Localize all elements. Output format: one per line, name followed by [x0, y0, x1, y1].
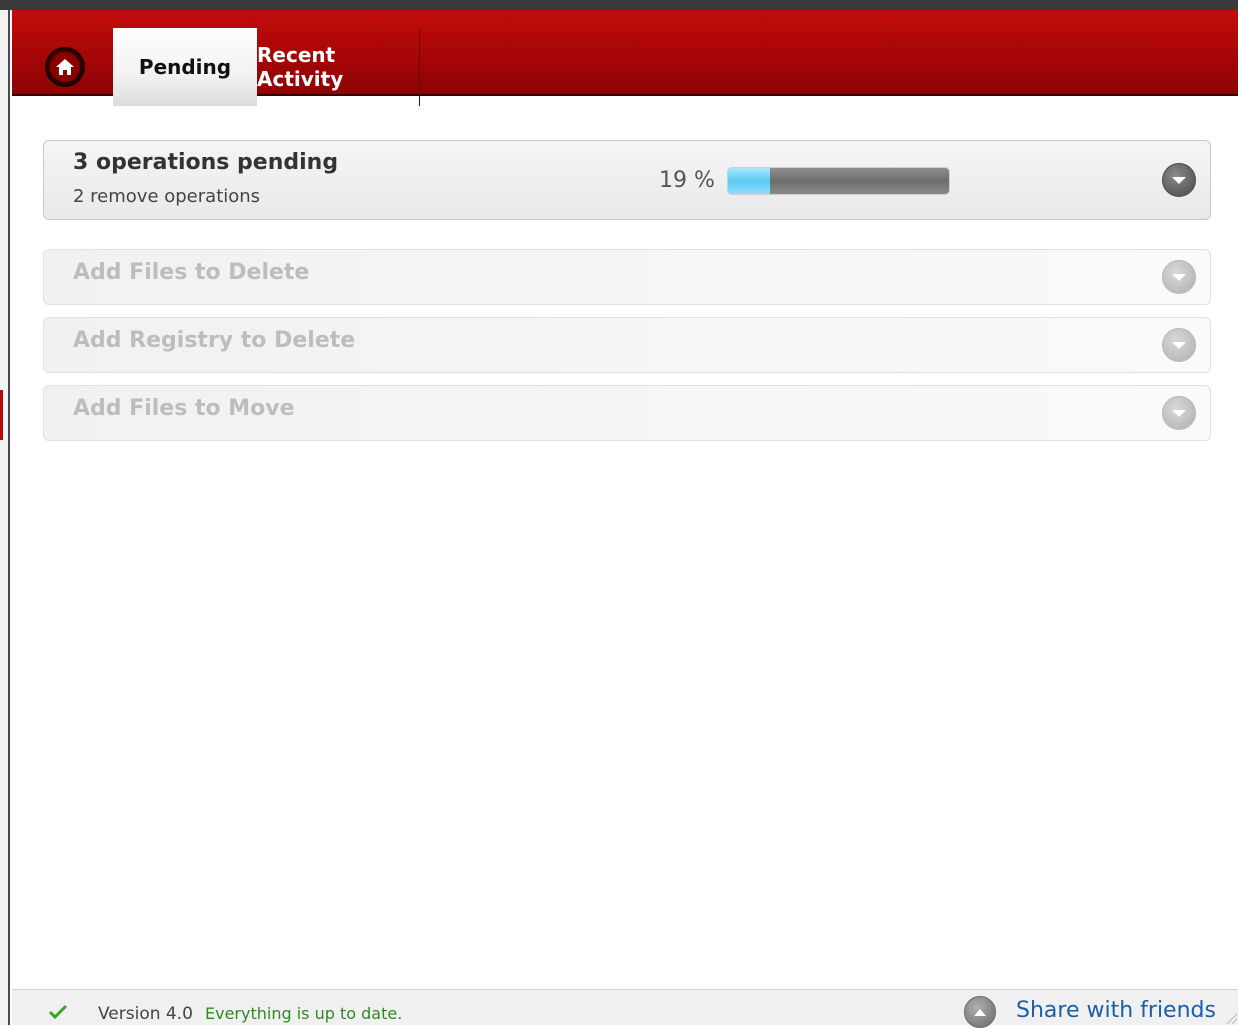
progress-bar	[727, 167, 950, 195]
resize-grip-icon[interactable]	[1224, 1011, 1238, 1025]
expand-add-files-to-move-button[interactable]	[1162, 396, 1196, 430]
checkmark-icon	[48, 1004, 68, 1020]
home-button[interactable]	[45, 47, 85, 87]
left-accent	[0, 390, 3, 440]
update-status-text: Everything is up to date.	[205, 1004, 403, 1023]
window-title-strip	[0, 0, 1238, 10]
version-label: Version 4.0	[98, 1004, 193, 1024]
share-with-friends-link[interactable]: Share with friends	[1016, 998, 1216, 1023]
expand-add-files-to-delete-button[interactable]	[1162, 260, 1196, 294]
chevron-down-icon	[1172, 177, 1186, 184]
progress-bar-fill	[728, 168, 770, 194]
status-bar: Version 4.0 Everything is up to date. Sh…	[12, 989, 1238, 1028]
operations-count-title: 3 operations pending	[73, 150, 339, 175]
add-files-to-move-row[interactable]: Add Files to Move	[43, 385, 1211, 441]
expand-add-registry-to-delete-button[interactable]	[1162, 328, 1196, 362]
operations-subtitle: 2 remove operations	[73, 186, 261, 207]
home-icon	[50, 52, 80, 82]
expand-operations-button[interactable]	[1162, 163, 1196, 197]
add-registry-to-delete-label: Add Registry to Delete	[73, 328, 356, 353]
add-files-to-delete-row[interactable]: Add Files to Delete	[43, 249, 1211, 305]
add-registry-to-delete-row[interactable]: Add Registry to Delete	[43, 317, 1211, 373]
tab-recent-activity[interactable]: Recent Activity	[257, 28, 420, 106]
window-left-border	[0, 10, 10, 1025]
tab-pending[interactable]: Pending	[113, 28, 257, 106]
chevron-up-icon	[974, 1008, 986, 1016]
chevron-down-icon	[1172, 410, 1186, 417]
chevron-down-icon	[1172, 342, 1186, 349]
add-files-to-move-label: Add Files to Move	[73, 396, 295, 421]
add-files-to-delete-label: Add Files to Delete	[73, 260, 310, 285]
top-navigation-bar: Pending Recent Activity	[12, 10, 1238, 106]
share-icon[interactable]	[964, 996, 996, 1028]
progress-percent-label: 19 %	[659, 168, 715, 193]
chevron-down-icon	[1172, 274, 1186, 281]
operations-pending-panel[interactable]: 3 operations pending 2 remove operations…	[43, 140, 1211, 220]
